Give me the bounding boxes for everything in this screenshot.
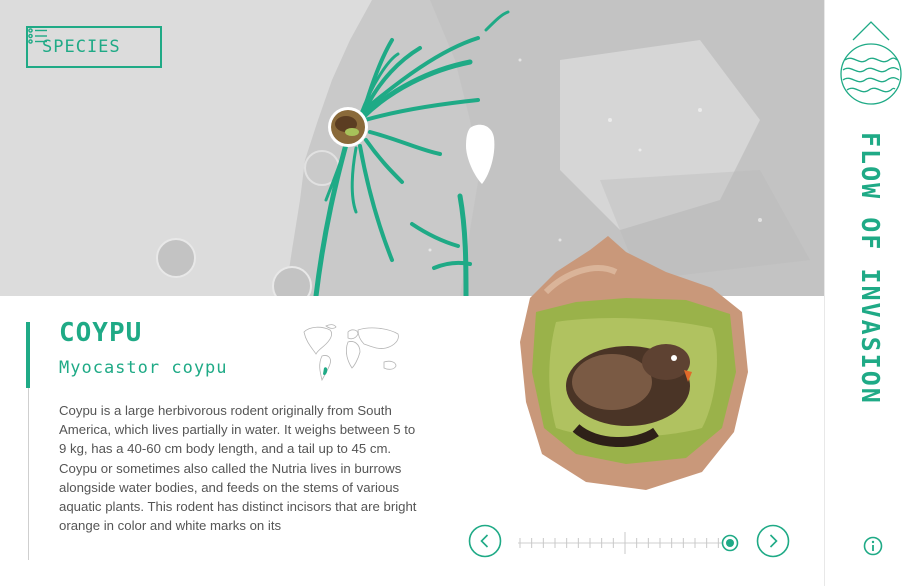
right-rail: FLOW OF INVASION bbox=[824, 0, 920, 586]
species-progress-slider[interactable] bbox=[516, 528, 742, 558]
scroll-track[interactable] bbox=[28, 388, 29, 560]
species-menu-label: SPECIES bbox=[42, 37, 121, 57]
world-distribution-map bbox=[303, 324, 399, 382]
species-menu-button[interactable]: SPECIES bbox=[26, 26, 162, 68]
previous-species-button[interactable] bbox=[468, 524, 502, 558]
accent-bar bbox=[26, 322, 30, 388]
chevron-left-icon bbox=[480, 534, 489, 548]
list-icon bbox=[28, 28, 47, 44]
species-name: COYPU bbox=[59, 318, 143, 348]
species-latin-name: Myocastor coypu bbox=[59, 358, 228, 378]
next-species-button[interactable] bbox=[756, 524, 790, 558]
info-icon[interactable] bbox=[863, 536, 883, 556]
slider-active-dot bbox=[726, 539, 734, 547]
specimen-painted-stone bbox=[520, 236, 748, 490]
app-root: SPECIES COYPU Myocastor coypu Coypu is a… bbox=[0, 0, 920, 586]
globe-waves-icon[interactable] bbox=[839, 16, 903, 108]
species-description: Coypu is a large herbivorous rodent orig… bbox=[59, 403, 417, 534]
chevron-right-icon bbox=[769, 534, 778, 548]
app-title: FLOW OF INVASION bbox=[856, 132, 885, 405]
